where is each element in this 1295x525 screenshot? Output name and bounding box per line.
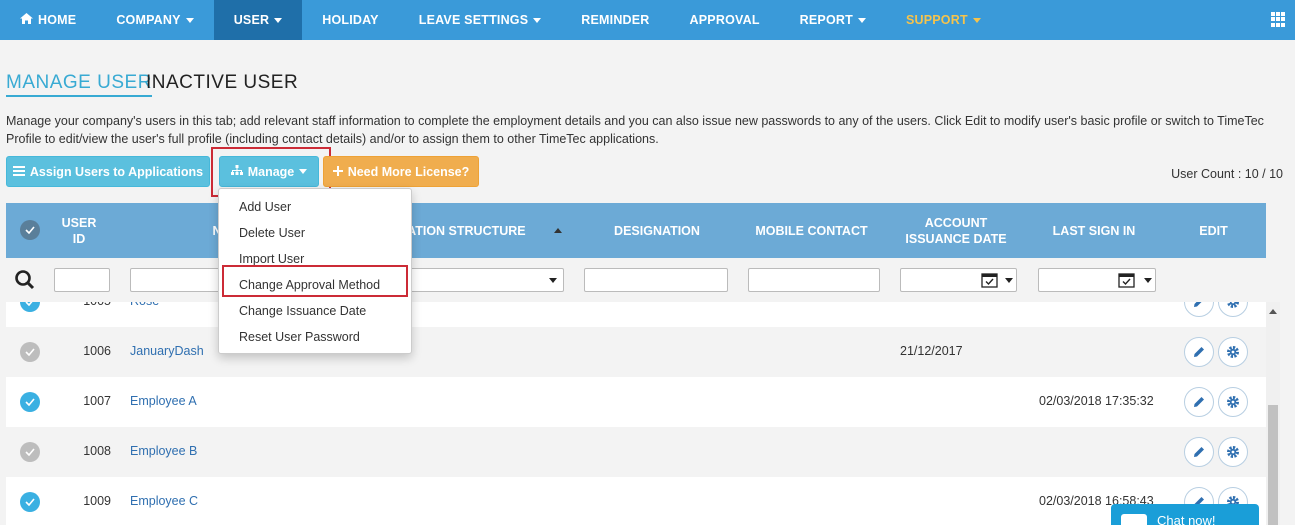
edit-pencil-icon[interactable] bbox=[1184, 387, 1214, 417]
gear-icon[interactable] bbox=[1218, 337, 1248, 367]
home-icon bbox=[20, 13, 33, 27]
chat-widget-button[interactable]: Chat now! bbox=[1111, 504, 1259, 525]
chevron-down-icon bbox=[533, 17, 542, 23]
nav-item-user[interactable]: USER bbox=[213, 0, 303, 40]
filter-last-sign-in-picker[interactable] bbox=[1038, 268, 1156, 292]
nav-label-user: USER bbox=[233, 13, 270, 27]
tab-manage-user[interactable]: MANAGE USER bbox=[6, 72, 152, 97]
edit-pencil-icon[interactable] bbox=[1184, 337, 1214, 367]
table-row[interactable]: 1008 Employee B bbox=[6, 427, 1266, 477]
user-count: User Count : 10 / 10 bbox=[1171, 167, 1283, 181]
nav-label-home: HOME bbox=[38, 13, 77, 27]
change-approval-method-highlight-box bbox=[222, 265, 408, 297]
header-last-sign-in[interactable]: LAST SIGN IN bbox=[1044, 203, 1144, 258]
row-checkbox[interactable] bbox=[20, 342, 40, 362]
cell-user-name-link[interactable]: Employee B bbox=[130, 444, 197, 458]
filter-row-overlay bbox=[6, 258, 1266, 302]
calendar-icon bbox=[981, 272, 998, 291]
sort-ascending-icon[interactable] bbox=[553, 203, 563, 258]
header-designation[interactable]: DESIGNATION bbox=[602, 203, 712, 258]
table-header: USER ID N IZATION STRUCTURE DESIGNATION … bbox=[6, 203, 1266, 258]
filter-name-input[interactable] bbox=[130, 268, 220, 292]
nav-item-reminder[interactable]: REMINDER bbox=[561, 0, 669, 40]
filter-issuance-date-picker[interactable] bbox=[900, 268, 1017, 292]
row-checkbox[interactable] bbox=[20, 442, 40, 462]
nav-item-report[interactable]: REPORT bbox=[780, 0, 886, 40]
row-checkbox[interactable] bbox=[20, 392, 40, 412]
nav-label-report: REPORT bbox=[799, 13, 853, 27]
cell-user-name-link[interactable]: JanuaryDash bbox=[130, 344, 204, 358]
header-user-id[interactable]: USER ID bbox=[54, 203, 104, 258]
menu-item-change-issuance-date[interactable]: Change Issuance Date bbox=[219, 298, 411, 324]
assign-users-label: Assign Users to Applications bbox=[29, 164, 204, 179]
gear-icon[interactable] bbox=[1218, 437, 1248, 467]
nav-item-company[interactable]: COMPANY bbox=[96, 0, 213, 40]
filter-designation-input[interactable] bbox=[584, 268, 728, 292]
nav-label-approval: APPROVAL bbox=[689, 13, 760, 27]
header-organization-structure[interactable]: IZATION STRUCTURE bbox=[396, 203, 546, 258]
app-grid-icon[interactable] bbox=[1271, 12, 1286, 27]
menu-item-delete-user[interactable]: Delete User bbox=[219, 220, 411, 246]
filter-user-id-input[interactable] bbox=[54, 268, 110, 292]
gear-icon[interactable] bbox=[1218, 387, 1248, 417]
chevron-down-icon bbox=[274, 17, 283, 23]
row-checkbox[interactable] bbox=[20, 492, 40, 512]
search-icon[interactable] bbox=[14, 269, 36, 291]
nav-label-leave-settings: LEAVE SETTINGS bbox=[418, 13, 529, 27]
nav-item-support[interactable]: SUPPORT bbox=[886, 0, 1001, 40]
filter-mobile-contact-input[interactable] bbox=[748, 268, 880, 292]
nav-item-approval[interactable]: APPROVAL bbox=[670, 0, 780, 40]
chevron-down-icon bbox=[857, 17, 866, 23]
menu-item-reset-user-password[interactable]: Reset User Password bbox=[219, 324, 411, 350]
nav-label-company: COMPANY bbox=[116, 13, 181, 27]
calendar-icon bbox=[1118, 272, 1135, 291]
header-account-issuance-date[interactable]: ACCOUNT ISSUANCE DATE bbox=[896, 203, 1016, 258]
cell-user-id: 1007 bbox=[83, 394, 111, 408]
cell-issuance-date: 21/12/2017 bbox=[900, 344, 963, 358]
cell-user-id: 1008 bbox=[83, 444, 111, 458]
page-description: Manage your company's users in this tab;… bbox=[6, 114, 1264, 146]
chevron-down-icon bbox=[185, 17, 194, 23]
cell-user-id: 1006 bbox=[83, 344, 111, 358]
cell-last-sign-in: 02/03/2018 17:35:32 bbox=[1039, 394, 1154, 408]
plus-icon bbox=[332, 165, 343, 179]
nav-item-leave-settings[interactable]: LEAVE SETTINGS bbox=[399, 0, 562, 40]
header-mobile-contact[interactable]: MOBILE CONTACT bbox=[754, 203, 869, 258]
cell-user-name-link[interactable]: Employee C bbox=[130, 494, 198, 508]
assign-users-button[interactable]: Assign Users to Applications bbox=[6, 156, 210, 187]
edit-pencil-icon[interactable] bbox=[1184, 437, 1214, 467]
chevron-down-icon bbox=[972, 17, 981, 23]
scrollbar-thumb[interactable] bbox=[1268, 405, 1278, 525]
menu-item-add-user[interactable]: Add User bbox=[219, 194, 411, 220]
chat-bubble-icon bbox=[1121, 514, 1147, 525]
top-navigation-bar: HOME COMPANY USER HOLIDAY LEAVE SETTINGS… bbox=[0, 0, 1295, 40]
nav-item-home[interactable]: HOME bbox=[0, 0, 96, 40]
table-row[interactable]: 1009 Employee C 02/03/2018 16:58:43 bbox=[6, 477, 1266, 525]
table-row[interactable]: 1006 JanuaryDash 21/12/2017 bbox=[6, 327, 1266, 377]
nav-label-holiday: HOLIDAY bbox=[322, 13, 379, 27]
header-edit: EDIT bbox=[1199, 223, 1228, 238]
chat-label: Chat now! bbox=[1157, 513, 1216, 525]
table-row[interactable]: 1007 Employee A 02/03/2018 17:35:32 bbox=[6, 377, 1266, 427]
scroll-up-arrow-icon[interactable] bbox=[1269, 309, 1277, 314]
need-more-license-button[interactable]: Need More License? bbox=[323, 156, 479, 187]
nav-label-reminder: REMINDER bbox=[581, 13, 650, 27]
table-scrollbar[interactable] bbox=[1266, 302, 1280, 525]
need-more-license-label: Need More License? bbox=[347, 164, 470, 179]
select-all-checkbox[interactable] bbox=[20, 220, 40, 240]
nav-item-holiday[interactable]: HOLIDAY bbox=[302, 0, 399, 40]
filter-organization-select[interactable] bbox=[406, 268, 564, 292]
nav-label-support: SUPPORT bbox=[905, 13, 968, 27]
cell-user-name-link[interactable]: Employee A bbox=[130, 394, 197, 408]
tab-inactive-user[interactable]: INACTIVE USER bbox=[146, 72, 298, 94]
cell-user-id: 1009 bbox=[83, 494, 111, 508]
list-icon bbox=[12, 165, 25, 179]
